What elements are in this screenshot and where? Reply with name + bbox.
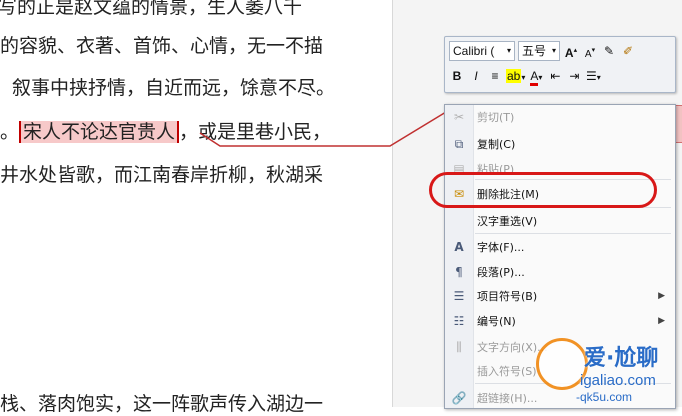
highlight-button[interactable]: ab▾ (506, 67, 525, 85)
menu-item-font[interactable]: A 字体(F)... (445, 235, 675, 259)
menu-item-label: 段落(P)... (477, 266, 525, 279)
italic-button[interactable]: I (468, 67, 484, 85)
clear-format-button[interactable]: ✐ (620, 42, 636, 60)
submenu-arrow-icon: ▶ (658, 291, 665, 301)
menu-item-bullets[interactable]: ☰ 项目符号(B) ▶ (445, 284, 675, 308)
chevron-down-icon: ▾ (538, 73, 543, 82)
watermark-title: 爱·尬聊 (584, 346, 659, 371)
chevron-down-icon: ▾ (521, 73, 526, 82)
submenu-arrow-icon: ▶ (658, 316, 665, 326)
menu-item-label: 超链接(H)... (477, 392, 538, 405)
menu-item-label: 字体(F)... (477, 241, 525, 254)
menu-item-label: 编号(N) (477, 315, 516, 328)
menu-item-copy[interactable]: ⧉ 复制(C) (445, 132, 675, 156)
font-name-box[interactable]: Calibri ( ▾ (449, 41, 515, 61)
font-size-box[interactable]: 五号 ▾ (518, 41, 560, 61)
menu-item-label: 项目符号(B) (477, 290, 538, 303)
site-watermark: 爱·尬聊 igaliao.com -qk5u.com (536, 330, 682, 407)
grow-font-icon: A (564, 46, 574, 60)
copy-icon: ⧉ (454, 136, 464, 151)
chevron-down-icon: ▾ (596, 73, 601, 82)
center-align-button[interactable]: ≡ (487, 67, 503, 85)
paragraph-icon: ¶ (455, 265, 463, 279)
increase-indent-icon: ⇥ (569, 69, 580, 83)
font-icon: A (454, 240, 464, 254)
grow-font-button[interactable]: A▴ (563, 42, 579, 60)
font-size-value: 五号 (522, 44, 547, 58)
shrink-font-icon: A (584, 49, 592, 60)
bullet-list-icon: ☰ (585, 69, 597, 83)
highlighter-icon: ab (506, 69, 522, 83)
font-name-value: Calibri ( (453, 44, 495, 58)
red-annotation-oval (429, 172, 657, 208)
text-direction-icon: ⫼ (456, 339, 462, 354)
menu-item-cut[interactable]: ✂ 剪切(T) (445, 105, 675, 129)
menu-item-label: 剪切(T) (477, 111, 515, 124)
watermark-url: igaliao.com (580, 372, 656, 389)
chevron-down-icon: ▾ (551, 46, 556, 55)
watermark-footer: -qk5u.com (576, 390, 633, 404)
menu-item-label: 复制(C) (477, 138, 516, 151)
bullet-list-icon: ☰ (453, 289, 465, 303)
menu-item-paragraph[interactable]: ¶ 段落(P)... (445, 260, 675, 284)
format-painter-icon: ✎ (603, 44, 615, 58)
eraser-icon: ✐ (622, 44, 634, 58)
menu-item-label: 汉字重选(V) (477, 215, 538, 228)
bullets-button[interactable]: ☰▾ (585, 67, 601, 85)
hyperlink-icon: 🔗 (451, 391, 467, 405)
numbered-list-icon: ☷ (453, 314, 465, 328)
decrease-indent-button[interactable]: ⇤ (547, 67, 563, 85)
mini-toolbar: Calibri (▾ 五号 ▾ A▴ A▾ ✎ ✐ B I ≡ ab▾ A▾ ⇤ … (444, 36, 676, 93)
menu-separator (475, 233, 671, 234)
menu-item-reconvert[interactable]: 汉字重选(V) (445, 209, 675, 233)
bold-button[interactable]: B (449, 67, 465, 85)
increase-indent-button[interactable]: ⇥ (566, 67, 582, 85)
menu-item-label: 插入符号(S) (477, 365, 537, 378)
font-color-button[interactable]: A▾ (528, 67, 544, 86)
scissors-icon: ✂ (453, 110, 465, 124)
shrink-font-button[interactable]: A▾ (582, 42, 598, 60)
format-painter-button[interactable]: ✎ (601, 42, 617, 60)
decrease-indent-icon: ⇤ (550, 69, 561, 83)
chevron-down-icon: ▾ (506, 46, 511, 55)
